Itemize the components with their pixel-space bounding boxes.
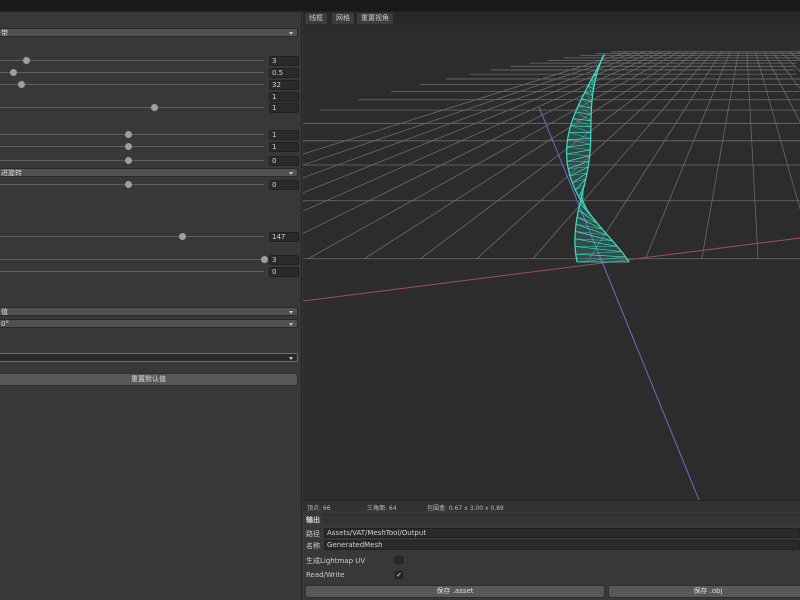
grid-line: [789, 51, 800, 62]
chevron-down-icon: [289, 323, 293, 326]
param-field-6[interactable]: 1: [269, 130, 299, 140]
angle-dropdown[interactable]: 0°: [0, 319, 298, 328]
read-write-label: Read/Write: [306, 571, 345, 579]
x-axis-line: [303, 237, 800, 302]
param-slider-9[interactable]: [0, 180, 264, 190]
slider-knob[interactable]: [9, 69, 17, 76]
slider-track: [0, 184, 264, 185]
generated-mesh: [565, 54, 630, 263]
slider-track: [0, 236, 264, 237]
viewport-toolbar: 线框 网格 重置视角: [303, 12, 800, 25]
slider-track: [0, 84, 264, 85]
grid-line: [755, 51, 800, 211]
grid-line: [364, 51, 688, 260]
value-dropdown[interactable]: 值: [0, 307, 298, 316]
param-slider-6[interactable]: [0, 130, 264, 140]
param-slider-8[interactable]: [0, 156, 264, 166]
grid-line: [701, 51, 739, 259]
chevron-down-icon: [289, 32, 293, 35]
grid-line: [303, 51, 671, 234]
slider-knob[interactable]: [124, 143, 132, 150]
slider-track: [0, 134, 264, 135]
grid-line: [763, 51, 800, 123]
slider-knob[interactable]: [260, 256, 268, 263]
tab-grid[interactable]: 网格: [332, 13, 354, 24]
param-field-10[interactable]: 147: [269, 232, 299, 242]
save-asset-button[interactable]: 保存 .asset: [305, 585, 605, 598]
scene-canvas[interactable]: [303, 25, 800, 500]
slider-track: [0, 72, 264, 73]
name-label: 名称: [306, 542, 320, 550]
param-slider-12[interactable]: [0, 267, 264, 277]
slider-knob[interactable]: [22, 57, 30, 64]
param-field-7[interactable]: 1: [269, 142, 299, 152]
save-obj-button[interactable]: 保存 .obj: [608, 585, 800, 598]
read-write-checkbox[interactable]: ✓: [395, 571, 403, 579]
param-field-2[interactable]: 0.5: [269, 68, 299, 78]
mode-dropdown-value: 带: [1, 29, 8, 37]
inspector-panel: 带 3 0.5 32 1 1 1 1 0 进旋转 0 147 3 0 值 0° …: [0, 12, 302, 600]
slider-track: [0, 146, 264, 147]
param-field-4[interactable]: 1: [269, 92, 299, 102]
z-axis-line: [538, 106, 700, 500]
param-field-3[interactable]: 32: [269, 80, 299, 90]
reset-defaults-button[interactable]: 重置默认值: [0, 373, 298, 386]
output-section: 输出 路径 Assets/VAT/MeshTool/Output 名称 Gene…: [303, 511, 800, 600]
ground-grid: [303, 51, 800, 260]
param-slider-7[interactable]: [0, 142, 264, 152]
slider-knob[interactable]: [150, 104, 158, 111]
chevron-down-icon: [289, 311, 293, 314]
scene-viewport[interactable]: [303, 25, 800, 500]
lightmap-uv-checkbox[interactable]: [395, 556, 403, 564]
grid-line: [588, 51, 722, 259]
section-divider: [323, 514, 800, 524]
window-title-bar: [0, 0, 800, 12]
mesh-surface: [566, 54, 629, 262]
slider-knob[interactable]: [178, 233, 186, 240]
grid-line: [772, 51, 800, 90]
param-field-8[interactable]: 0: [269, 156, 299, 166]
tab-wireframe[interactable]: 线框: [305, 13, 327, 24]
grid-line: [746, 51, 759, 259]
param-field-11[interactable]: 3: [269, 255, 299, 265]
path-input[interactable]: Assets/VAT/MeshTool/Output: [324, 528, 800, 538]
tab-reset-view[interactable]: 重置视角: [357, 13, 393, 24]
param-field-9[interactable]: 0: [269, 180, 299, 190]
name-input[interactable]: GeneratedMesh: [324, 540, 800, 550]
slider-knob[interactable]: [124, 157, 132, 164]
slider-track: [0, 160, 264, 161]
angle-dropdown-value: 0°: [1, 320, 9, 328]
chevron-down-icon: [289, 172, 293, 175]
param-field-5[interactable]: 1: [269, 103, 299, 113]
value-dropdown-value: 值: [1, 308, 8, 316]
param-field-1[interactable]: 3: [269, 56, 299, 66]
focused-dropdown[interactable]: [0, 353, 298, 362]
param-slider-10[interactable]: [0, 232, 264, 242]
slider-knob[interactable]: [17, 81, 25, 88]
path-label: 路径: [306, 530, 320, 538]
param-slider-11[interactable]: [0, 255, 268, 265]
chevron-down-icon: [289, 357, 293, 360]
param-slider-2[interactable]: [0, 68, 264, 78]
rotation-dropdown[interactable]: 进旋转: [0, 168, 298, 177]
slider-track: [0, 259, 264, 260]
lightmap-uv-label: 生成Lightmap UV: [306, 557, 366, 565]
mode-dropdown[interactable]: 带: [0, 28, 298, 37]
mesh-stats-bar: 顶点: 66 三角面: 64 包围盒: 0.67 x 3.00 x 0.89: [303, 500, 800, 512]
slider-track: [0, 107, 264, 108]
param-slider-5[interactable]: [0, 103, 264, 113]
output-title: 输出: [306, 516, 320, 524]
slider-knob[interactable]: [124, 181, 132, 188]
slider-track: [0, 60, 264, 61]
slider-knob[interactable]: [124, 131, 132, 138]
slider-track: [0, 271, 264, 272]
grid-line: [645, 51, 731, 259]
param-slider-3[interactable]: [0, 80, 264, 90]
grid-line: [780, 51, 800, 72]
param-field-12[interactable]: 0: [269, 267, 299, 277]
param-slider-1[interactable]: [0, 56, 264, 66]
rotation-dropdown-value: 进旋转: [1, 169, 22, 177]
